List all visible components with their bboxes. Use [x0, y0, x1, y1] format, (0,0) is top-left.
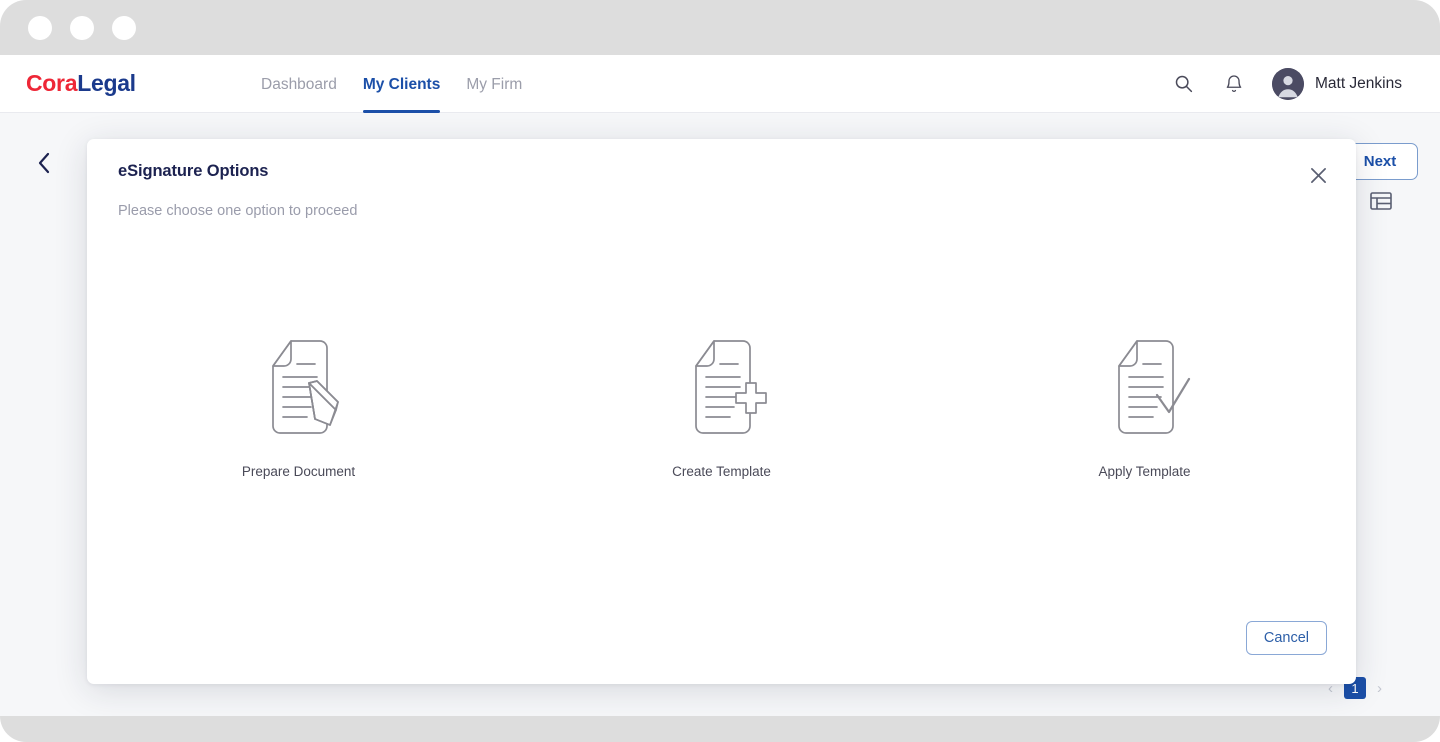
nav-item-my-clients[interactable]: My Clients: [362, 76, 440, 113]
cancel-button[interactable]: Cancel: [1245, 621, 1327, 655]
modal-footer: Cancel: [1245, 621, 1327, 655]
bell-icon[interactable]: [1222, 72, 1246, 96]
browser-frame-bottom: [0, 716, 1440, 742]
esignature-options-list: Prepare Document Create Template Apply T…: [87, 329, 1356, 479]
chevron-left-icon[interactable]: [33, 149, 55, 177]
esignature-options-modal: eSignature Options Please choose one opt…: [87, 139, 1356, 684]
option-create-template[interactable]: Create Template: [510, 329, 933, 479]
search-icon[interactable]: [1172, 72, 1196, 96]
document-plus-icon: [664, 329, 779, 444]
nav-item-my-firm[interactable]: My Firm: [466, 76, 522, 113]
option-label-apply-template: Apply Template: [1098, 464, 1191, 479]
window-minimize-dot[interactable]: [70, 15, 94, 40]
app-logo[interactable]: CoraLegal: [26, 70, 136, 97]
pagination-next-icon[interactable]: ›: [1377, 681, 1382, 696]
header-actions: Matt Jenkins: [1172, 67, 1402, 100]
window-close-dot[interactable]: [28, 15, 52, 40]
browser-window: CoraLegal Dashboard My Clients My Firm M…: [0, 0, 1440, 742]
document-check-icon: [1087, 329, 1202, 444]
app-header: CoraLegal Dashboard My Clients My Firm M…: [0, 55, 1440, 113]
modal-title: eSignature Options: [118, 162, 269, 180]
nav-item-dashboard[interactable]: Dashboard: [261, 76, 337, 113]
close-icon[interactable]: [1306, 163, 1330, 187]
avatar: [1271, 67, 1304, 100]
main-navigation: Dashboard My Clients My Firm: [261, 55, 522, 113]
list-view-icon[interactable]: [1370, 191, 1392, 211]
modal-subtitle: Please choose one option to proceed: [118, 203, 358, 219]
user-menu[interactable]: Matt Jenkins: [1271, 67, 1402, 100]
window-maximize-dot[interactable]: [112, 15, 136, 40]
user-name-label: Matt Jenkins: [1314, 74, 1402, 92]
browser-chrome-bar: [0, 0, 1440, 55]
logo-text-secondary: Legal: [77, 70, 136, 96]
option-apply-template[interactable]: Apply Template: [933, 329, 1356, 479]
document-pencil-icon: [241, 329, 356, 444]
logo-text-primary: Cora: [26, 70, 78, 96]
option-label-create-template: Create Template: [672, 464, 771, 479]
option-label-prepare-document: Prepare Document: [241, 464, 356, 479]
option-prepare-document[interactable]: Prepare Document: [87, 329, 510, 479]
